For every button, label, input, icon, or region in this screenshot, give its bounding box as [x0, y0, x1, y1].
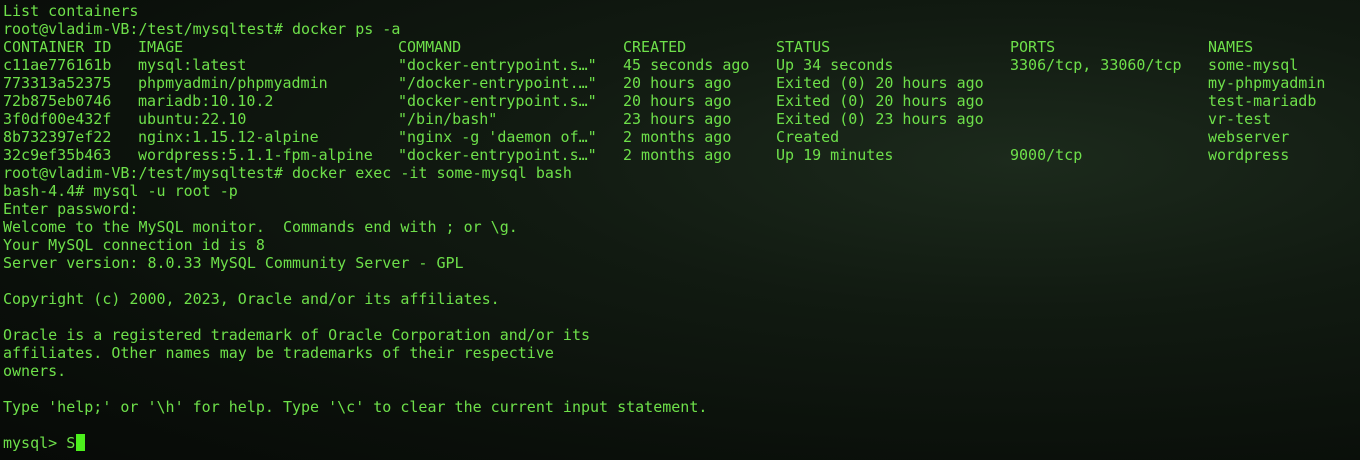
- cell-status: Up 19 minutes: [776, 146, 894, 164]
- cell-names: test-mariadb: [1208, 92, 1317, 110]
- table-row: 72b875eb0746 mariadb:10.10.2 "docker-ent…: [3, 92, 1353, 110]
- cell-names: my-phpmyadmin: [1208, 74, 1326, 92]
- terminal-line: Server version: 8.0.33 MySQL Community S…: [3, 254, 464, 272]
- terminal-line: root@vladim-VB:/test/mysqltest# docker e…: [3, 164, 572, 182]
- cell-created: 45 seconds ago: [623, 56, 750, 74]
- terminal-line: root@vladim-VB:/test/mysqltest# docker p…: [3, 20, 401, 38]
- text-cursor: [76, 434, 86, 451]
- terminal-line: Type 'help;' or '\h' for help. Type '\c'…: [3, 398, 708, 416]
- column-header-status: STATUS: [776, 38, 831, 56]
- cell-status: Exited (0) 23 hours ago: [776, 110, 984, 128]
- cell-created: 20 hours ago: [623, 92, 732, 110]
- cell-image: nginx:1.15.12-alpine: [138, 128, 319, 146]
- terminal-line: Welcome to the MySQL monitor. Commands e…: [3, 218, 518, 236]
- terminal-line: Your MySQL connection id is 8: [3, 236, 265, 254]
- command-input[interactable]: S: [66, 434, 75, 452]
- cell-status: Up 34 seconds: [776, 56, 894, 74]
- table-row: 3f0df00e432f ubuntu:22.10 "/bin/bash" 23…: [3, 110, 1353, 128]
- table-row: 8b732397ef22 nginx:1.15.12-alpine "nginx…: [3, 128, 1353, 146]
- cell-container-id: 32c9ef35b463: [3, 146, 112, 164]
- cell-status: Exited (0) 20 hours ago: [776, 74, 984, 92]
- table-header: CONTAINER ID IMAGE COMMAND CREATED STATU…: [3, 38, 1353, 56]
- cell-created: 20 hours ago: [623, 74, 732, 92]
- cell-image: ubuntu:22.10: [138, 110, 247, 128]
- column-header-image: IMAGE: [138, 38, 184, 56]
- cell-names: wordpress: [1208, 146, 1290, 164]
- cell-container-id: 3f0df00e432f: [3, 110, 112, 128]
- cell-ports: 3306/tcp, 33060/tcp: [1010, 56, 1182, 74]
- cell-command: "/bin/bash": [398, 110, 498, 128]
- cell-container-id: 72b875eb0746: [3, 92, 112, 110]
- column-header-ports: PORTS: [1010, 38, 1056, 56]
- cell-command: "nginx -g 'daemon of…": [398, 128, 597, 146]
- cell-names: some-mysql: [1208, 56, 1299, 74]
- terminal-line: Copyright (c) 2000, 2023, Oracle and/or …: [3, 290, 500, 308]
- cell-command: "docker-entrypoint.s…": [398, 146, 597, 164]
- terminal-line: affiliates. Other names may be trademark…: [3, 344, 554, 362]
- table-row: c11ae776161b mysql:latest "docker-entryp…: [3, 56, 1353, 74]
- column-header-command: COMMAND: [398, 38, 462, 56]
- mysql-prompt-line[interactable]: mysql> S: [3, 434, 86, 452]
- cell-command: "docker-entrypoint.s…": [398, 92, 597, 110]
- terminal-line: List containers: [3, 2, 139, 20]
- cell-names: vr-test: [1208, 110, 1272, 128]
- terminal-line: Oracle is a registered trademark of Orac…: [3, 326, 590, 344]
- mysql-prompt-label: mysql>: [3, 434, 67, 452]
- cell-container-id: 773313a52375: [3, 74, 112, 92]
- terminal-line: Enter password:: [3, 200, 139, 218]
- cell-command: "/docker-entrypoint.…": [398, 74, 597, 92]
- cell-ports: 9000/tcp: [1010, 146, 1083, 164]
- cell-command: "docker-entrypoint.s…": [398, 56, 597, 74]
- cell-image: mysql:latest: [138, 56, 247, 74]
- cell-created: 2 months ago: [623, 128, 732, 146]
- cell-image: wordpress:5.1.1-fpm-alpine: [138, 146, 373, 164]
- column-header-container-id: CONTAINER ID: [3, 38, 112, 56]
- cell-image: phpmyadmin/phpmyadmin: [138, 74, 328, 92]
- table-row: 773313a52375 phpmyadmin/phpmyadmin "/doc…: [3, 74, 1353, 92]
- cell-container-id: c11ae776161b: [3, 56, 112, 74]
- table-row: 32c9ef35b463 wordpress:5.1.1-fpm-alpine …: [3, 146, 1353, 164]
- terminal-line: bash-4.4# mysql -u root -p: [3, 182, 238, 200]
- terminal-line: owners.: [3, 362, 67, 380]
- cell-created: 23 hours ago: [623, 110, 732, 128]
- cell-status: Created: [776, 128, 840, 146]
- cell-container-id: 8b732397ef22: [3, 128, 112, 146]
- cell-names: webserver: [1208, 128, 1290, 146]
- column-header-names: NAMES: [1208, 38, 1254, 56]
- cell-status: Exited (0) 20 hours ago: [776, 92, 984, 110]
- cell-image: mariadb:10.10.2: [138, 92, 274, 110]
- terminal-window[interactable]: List containers root@vladim-VB:/test/mys…: [0, 0, 1360, 460]
- cell-created: 2 months ago: [623, 146, 732, 164]
- column-header-created: CREATED: [623, 38, 687, 56]
